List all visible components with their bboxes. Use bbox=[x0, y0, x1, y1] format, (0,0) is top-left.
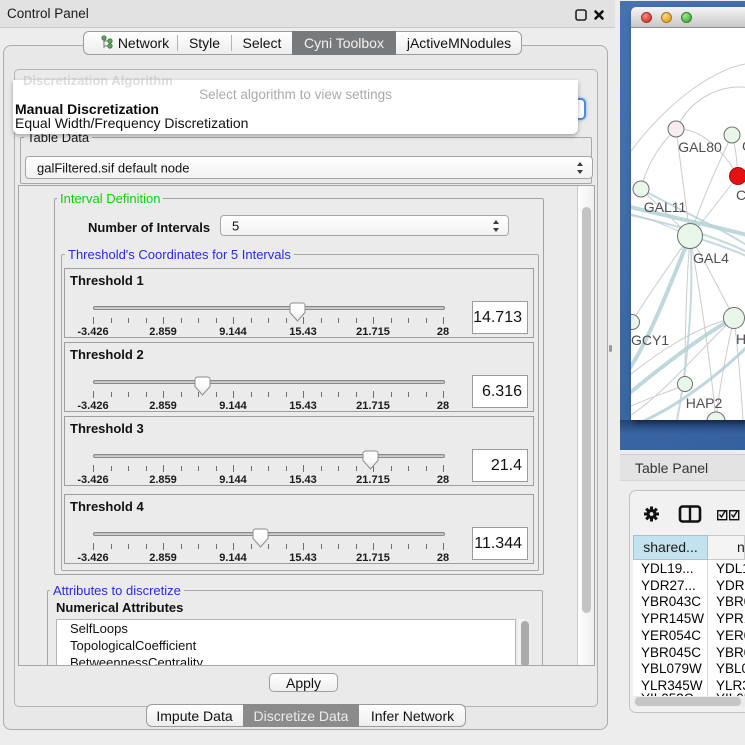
svg-text:GAL4: GAL4 bbox=[693, 250, 729, 266]
svg-text:HAP2: HAP2 bbox=[686, 395, 723, 411]
svg-text:GAL80: GAL80 bbox=[678, 139, 722, 155]
svg-text:GCY1: GCY1 bbox=[631, 332, 669, 348]
svg-text:GAL11: GAL11 bbox=[644, 199, 687, 215]
svg-text:CD: CD bbox=[736, 187, 745, 203]
svg-text:HA: HA bbox=[736, 331, 745, 347]
